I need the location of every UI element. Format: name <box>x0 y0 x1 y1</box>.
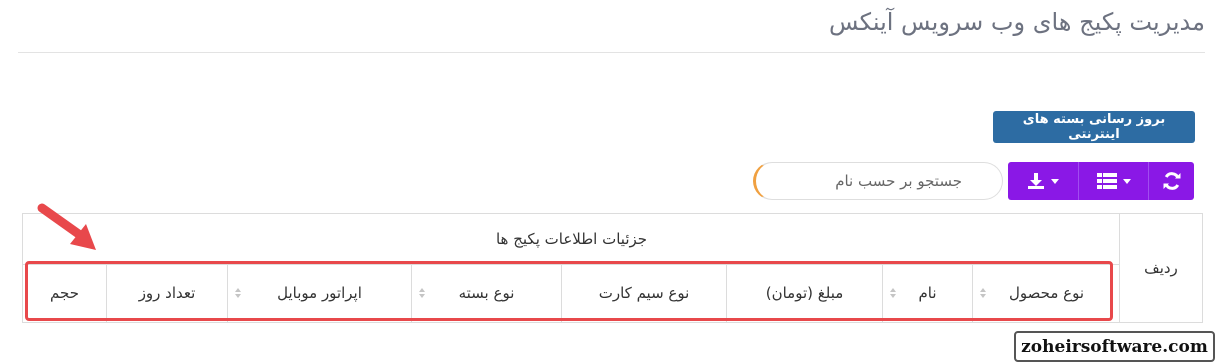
column-header-label: نوع محصول <box>1009 284 1085 302</box>
page-title: مدیریت پکیج های وب سرویس آینکس <box>828 8 1205 36</box>
refresh-icon <box>1163 172 1180 190</box>
columns-grid-icon <box>1096 173 1117 189</box>
red-arrow-icon <box>37 203 96 250</box>
column-header-mobile-operator[interactable]: اپراتور موبایل <box>227 264 411 322</box>
column-header-label: نوع سیم کارت <box>598 284 690 302</box>
sort-icon <box>890 288 896 298</box>
export-dropdown-button[interactable] <box>1008 162 1078 200</box>
table-toolbar <box>1008 162 1194 200</box>
sort-icon <box>419 288 425 298</box>
columns-dropdown-button[interactable] <box>1078 162 1148 200</box>
column-header-label: نام <box>918 284 937 302</box>
title-divider <box>18 52 1205 53</box>
column-header-sim-type[interactable]: نوع سیم کارت <box>561 264 726 322</box>
column-header-volume[interactable]: حجم <box>23 264 106 322</box>
column-header-days[interactable]: تعداد روز <box>106 264 227 322</box>
row-number-header: ردیف <box>1119 214 1202 322</box>
column-header-label: مبلغ (تومان) <box>765 284 844 302</box>
column-headers-row: نوع محصول نام مبلغ (تومان) نوع سیم کارت … <box>23 264 1120 322</box>
sort-icon <box>980 288 986 298</box>
chevron-down-icon <box>1122 178 1131 184</box>
column-header-price[interactable]: مبلغ (تومان) <box>726 264 882 322</box>
search-input[interactable] <box>753 162 1003 200</box>
column-header-product-type[interactable]: نوع محصول <box>972 264 1120 322</box>
chevron-down-icon <box>1051 178 1059 184</box>
watermark: zoheirsoftware.com <box>1014 331 1215 362</box>
update-internet-packages-button[interactable]: بروز رسانی بسته های اینترنتی <box>993 111 1195 143</box>
column-header-name[interactable]: نام <box>882 264 972 322</box>
column-header-label: اپراتور موبایل <box>277 284 362 302</box>
column-header-package-type[interactable]: نوع بسته <box>411 264 561 322</box>
sort-icon <box>235 288 241 298</box>
column-header-label: نوع بسته <box>458 284 515 302</box>
refresh-button[interactable] <box>1148 162 1194 200</box>
group-header: جزئیات اطلاعات پکیج ها <box>23 214 1120 265</box>
packages-table: ردیف جزئیات اطلاعات پکیج ها نوع محصول نا… <box>22 213 1203 323</box>
download-icon <box>1028 173 1044 189</box>
column-header-label: حجم <box>50 284 79 302</box>
column-header-label: تعداد روز <box>138 284 196 302</box>
